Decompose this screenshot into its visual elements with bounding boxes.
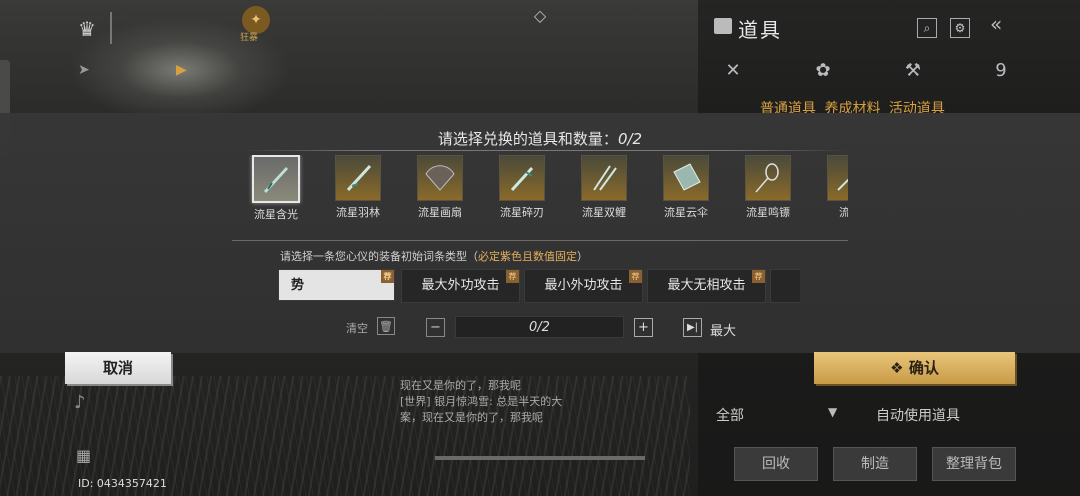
sort-bag-button[interactable]: 整理背包 (932, 447, 1016, 481)
buff-badge-label: 狂暴 (240, 33, 259, 43)
category-tool-icon[interactable]: ⚒ (900, 60, 926, 86)
item-label: 流星画扇 (418, 206, 462, 219)
divider (110, 12, 112, 44)
map-icon[interactable]: ♛ (72, 14, 102, 44)
option-label: 最小外功攻击 (544, 278, 623, 293)
chat-box[interactable]: 现在又是你的了，那我呢 [世界] 银月惊鸿雪: 总是半天的大 案，现在又是你的了… (400, 378, 660, 438)
item-label: 流星羽林 (336, 206, 380, 219)
diamond-icon: ❖ (890, 359, 909, 377)
recommend-badge: 荐 (629, 270, 642, 283)
item-yunsan[interactable]: 流星云伞 (656, 155, 716, 220)
item-hanguang[interactable]: 流星含光 (246, 155, 306, 222)
prompt-highlight: 必定紫色且数值固定 (478, 250, 577, 263)
chevron-down-icon[interactable]: ▼ (828, 405, 837, 419)
item-label: 流星碎刃 (500, 206, 544, 219)
chat-line: [世界] 银月惊鸿雪: 总是半天的大 (400, 395, 563, 408)
title-divider (240, 150, 850, 151)
player-id: ID: 0434357421 (78, 477, 167, 490)
option-label: 最大无相攻击 (667, 278, 746, 293)
recommend-badge: 荐 (381, 270, 394, 283)
decrease-button[interactable]: − (426, 318, 445, 337)
gear-icon[interactable]: ⚙ (950, 18, 970, 38)
max-icon[interactable]: ▶| (683, 318, 702, 337)
play-icon[interactable]: ▶ (176, 62, 187, 78)
weapon-thumbnail (335, 155, 381, 201)
confirm-label: 确认 (908, 359, 939, 377)
item-label: 流星鸣镖 (746, 206, 790, 219)
item-divider (232, 240, 848, 241)
recycle-button[interactable]: 回收 (734, 447, 818, 481)
auto-use-toggle[interactable]: 自动使用道具 (876, 405, 960, 425)
voice-icon[interactable]: ♪ (74, 392, 86, 413)
recommend-badge: 荐 (506, 270, 519, 283)
option-shi[interactable]: 势 荐 (278, 269, 395, 301)
item-list[interactable]: 流星含光 流星羽林 流星画扇 流星碎刃 流星双鲤 流星云伞 流星鸣镖 流 (246, 155, 848, 225)
trash-icon[interactable]: 🗑 (377, 317, 395, 335)
category-bag-icon[interactable]: ✿ (810, 60, 836, 86)
weapon-thumbnail (499, 155, 545, 201)
collapse-arrow-icon[interactable]: ◇ (527, 6, 553, 36)
back-arrow-icon[interactable]: « (990, 12, 1002, 36)
prompt-end: ） (577, 250, 588, 263)
dialog-title-count: 0/2 (617, 130, 643, 148)
weapon-thumbnail (827, 155, 848, 201)
attribute-prompt: 请选择一条您心仪的装备初始词条类型（必定紫色且数值固定） (280, 248, 588, 264)
filter-select[interactable]: 全部 (716, 405, 744, 425)
max-label[interactable]: 最大 (710, 320, 736, 339)
inventory-title: 道具 (738, 18, 782, 42)
prompt-text: 请选择一条您心仪的装备初始词条类型（ (280, 250, 478, 263)
confirm-button[interactable]: ❖ 确认 (814, 352, 1015, 384)
item-label: 流星云伞 (664, 206, 708, 219)
option-min-outer-attack[interactable]: 最小外功攻击 荐 (524, 269, 643, 303)
search-icon[interactable]: ⌕ (917, 18, 937, 38)
item-label: 流星 (839, 206, 848, 219)
option-max-outer-attack[interactable]: 最大外功攻击 荐 (401, 269, 520, 303)
item-shuangli[interactable]: 流星双鲤 (574, 155, 634, 220)
clear-label[interactable]: 清空 (346, 320, 368, 336)
item-huashan[interactable]: 流星画扇 (410, 155, 470, 220)
chat-line: 现在又是你的了，那我呢 (400, 379, 521, 392)
option-label: 最大外功攻击 (421, 278, 500, 293)
attribute-options[interactable]: 势 荐 最大外功攻击 荐 最小外功攻击 荐 最大无相攻击 荐 最小 (278, 269, 800, 303)
category-weapon-icon[interactable]: ✕ (720, 60, 746, 86)
item-label: 流星双鲤 (582, 206, 626, 219)
chat-line: 案，现在又是你的了，那我呢 (400, 411, 543, 424)
weapon-thumbnail (252, 155, 300, 203)
item-yulin[interactable]: 流星羽林 (328, 155, 388, 220)
dialog-title-prefix: 请选择兑换的道具和数量： (437, 130, 618, 148)
weapon-thumbnail (581, 155, 627, 201)
dialog-title: 请选择兑换的道具和数量：0/2 (0, 128, 1080, 149)
weapon-thumbnail (417, 155, 463, 201)
recommend-badge: 荐 (752, 270, 765, 283)
grid-menu-icon[interactable]: ▦ (76, 446, 92, 465)
increase-button[interactable]: + (634, 318, 653, 337)
arrow-left-icon: ➤ (78, 62, 90, 78)
item-label: 流星含光 (254, 208, 298, 221)
item-suiren[interactable]: 流星碎刃 (492, 155, 552, 220)
inventory-icon (714, 18, 732, 34)
item-mingbiao[interactable]: 流星鸣镖 (738, 155, 798, 220)
weapon-thumbnail (663, 155, 709, 201)
quantity-field[interactable]: 0/2 (455, 316, 624, 338)
option-max-wuxiang-attack[interactable]: 最大无相攻击 荐 (647, 269, 766, 303)
category-misc-icon[interactable]: 9 (988, 60, 1014, 86)
craft-button[interactable]: 制造 (833, 447, 917, 481)
chat-scrollbar[interactable] (435, 456, 645, 460)
option-partial[interactable]: 最小 (770, 269, 800, 303)
option-label: 势 (291, 278, 305, 293)
item-partial[interactable]: 流星 (820, 155, 848, 220)
cancel-button[interactable]: 取消 (65, 352, 171, 384)
weapon-thumbnail (745, 155, 791, 201)
